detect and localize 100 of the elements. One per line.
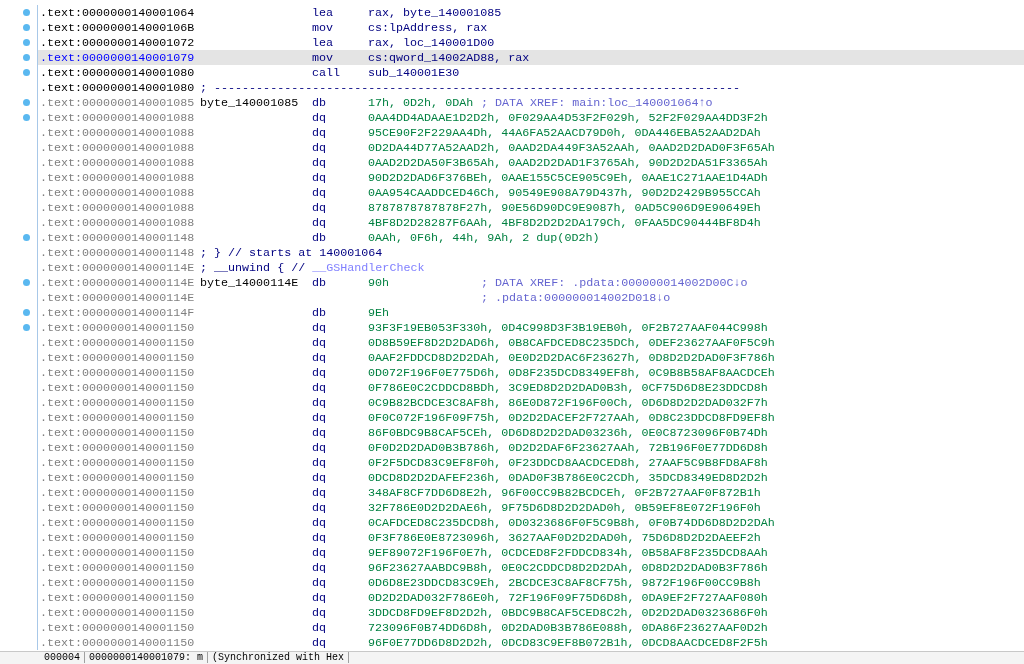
mnemonic: db: [312, 230, 327, 245]
operands: 17h, 0D2h, 0DAh: [368, 95, 474, 110]
address: .text:0000000140001150: [40, 575, 196, 590]
operands: 0AAD2D2DA50F3B65Ah, 0AAD2D2DAD1F3765Ah, 90D2D2DA51F3365Ah: [368, 155, 768, 170]
operands: 3DDCD8FD9EF8D2D2h, 0BDC9B8CAF5CED8C2h, 0D2D2DAD0323686F0h: [368, 605, 768, 620]
mnemonic: db: [312, 95, 327, 110]
address: .text:0000000140001088: [40, 185, 196, 200]
operands: 8787878787878F27h, 90E56D90DC9E9087h, 0AD5C906D9E90649Eh: [368, 200, 761, 215]
breakpoint-dot-icon[interactable]: [23, 99, 30, 106]
mnemonic: dq: [312, 635, 327, 650]
operands: 0CAFDCED8C235DCD8h, 0D0323686F0F5C9B8h, 0F0B74DD6D8D2D2DAh: [368, 515, 775, 530]
mnemonic: lea: [312, 35, 334, 50]
listing-comment: ; ---------------------------------------------------------------------------: [200, 80, 741, 95]
mnemonic: dq: [312, 410, 327, 425]
address: .text:0000000140001150: [40, 380, 196, 395]
address: .text:0000000140001150: [40, 530, 196, 545]
data-label[interactable]: byte_14000114E: [200, 275, 299, 290]
operands: 90h: [368, 275, 390, 290]
operands: sub_140001E30: [368, 65, 460, 80]
mnemonic: dq: [312, 110, 327, 125]
breakpoint-dot-icon[interactable]: [23, 114, 30, 121]
address: .text:0000000140001150: [40, 320, 196, 335]
breakpoint-dot-icon[interactable]: [23, 309, 30, 316]
mnemonic: dq: [312, 335, 327, 350]
operands: 9Eh: [368, 305, 390, 320]
breakpoint-dot-icon[interactable]: [23, 39, 30, 46]
breakpoint-dot-icon[interactable]: [23, 324, 30, 331]
address: .text:0000000140001148: [40, 230, 196, 245]
operands: 0F0D2D2DAD0B3B786h, 0D2D2DAF6F23627AAh, 72B196F0E77DD6D8h: [368, 440, 768, 455]
mnemonic: lea: [312, 5, 334, 20]
operands: 0D8B59EF8D2D2DAD6h, 0B8CAFDCED8C235DCh, 0DEF23627AAF0F5C9h: [368, 335, 775, 350]
operands: 0AAh, 0F6h, 44h, 9Ah, 2 dup(0D2h): [368, 230, 600, 245]
operands: 0DCD8D2D2DAFEF236h, 0DAD0F3B786E0C2CDh, 35DCD8349ED8D2D2h: [368, 470, 768, 485]
operands: 0D2DA44D77A52AAD2h, 0AAD2DA449F3A52AAh, 0AAD2D2DAD0F3F65Ah: [368, 140, 775, 155]
address: .text:000000014000114E: [40, 275, 196, 290]
mnemonic: dq: [312, 155, 327, 170]
mnemonic: dq: [312, 530, 327, 545]
mnemonic: dq: [312, 140, 327, 155]
mnemonic: db: [312, 305, 327, 320]
breakpoint-dot-icon[interactable]: [23, 234, 30, 241]
operands: 0C9B82BCDCE3C8AF8h, 86E0D872F196F00Ch, 0D6D8D2D2DAD032F7h: [368, 395, 768, 410]
address: .text:0000000140001150: [40, 590, 196, 605]
breakpoint-dot-icon[interactable]: [23, 9, 30, 16]
breakpoint-dot-icon[interactable]: [23, 279, 30, 286]
mnemonic: dq: [312, 185, 327, 200]
address: .text:0000000140001150: [40, 635, 196, 650]
listing-comment: ; __unwind { //: [200, 260, 306, 275]
operands: 4BF8D2D28287F6AAh, 4BF8D2D2D2DA179Ch, 0FAA5DC90444BF8D4h: [368, 215, 761, 230]
address: .text:0000000140001088: [40, 140, 196, 155]
operands: 0F2F5DCD83C9EF8F0h, 0F23DDCD8AACDCED8h, 27AAF5C9B8FD8AF8h: [368, 455, 768, 470]
address: .text:0000000140001150: [40, 455, 196, 470]
address: .text:0000000140001088: [40, 155, 196, 170]
operands: 0AA4DD4ADAAE1D2D2h, 0F029AA4D53F2F029h, 52F2F029AA4DD3F2h: [368, 110, 768, 125]
mnemonic: dq: [312, 515, 327, 530]
address: .text:0000000140001150: [40, 365, 196, 380]
status-location: 0000000140001079: m: [85, 652, 209, 663]
listing-comment: ; } // starts at 140001064: [200, 245, 383, 260]
address: .text:0000000140001150: [40, 440, 196, 455]
operands: 0AA954CAADDCED46Ch, 90549E908A79D437h, 90D2D2429B955CCAh: [368, 185, 761, 200]
operands: 9EF89072F196F0E7h, 0CDCED8F2FDDCD834h, 0B58AF8F235DCD8AAh: [368, 545, 768, 560]
xref-comment: ; DATA XREF: .pdata:000000014002D00C↓o: [481, 275, 748, 290]
mnemonic: dq: [312, 170, 327, 185]
mnemonic: mov: [312, 50, 334, 65]
operands: rax, byte_140001085: [368, 5, 502, 20]
address: .text:0000000140001150: [40, 335, 196, 350]
operands: 32F786E0D2D2DAE6h, 9F75D6D8D2D2DAD0h, 0B59EF8E072F196F0h: [368, 500, 761, 515]
operands: 93F3F19EB053F330h, 0D4C998D3F3B19EB0h, 0F2B727AAF044C998h: [368, 320, 768, 335]
mnemonic: dq: [312, 500, 327, 515]
operands: 0D6D8E23DDCD83C9Eh, 2BCDCE3C8AF8CF75h, 9872F196F00CC9B8h: [368, 575, 761, 590]
mnemonic: dq: [312, 560, 327, 575]
mnemonic: dq: [312, 575, 327, 590]
status-offset: 000004: [40, 652, 85, 663]
mnemonic: dq: [312, 365, 327, 380]
address: .text:0000000140001079: [40, 50, 196, 65]
mnemonic: dq: [312, 485, 327, 500]
breakpoint-dot-icon[interactable]: [23, 24, 30, 31]
operands: 90D2D2DAD6F376BEh, 0AAE155C5CE905C9Eh, 0AAE1C271AAE1D4ADh: [368, 170, 768, 185]
mnemonic: dq: [312, 395, 327, 410]
operands: 0D072F196F0E775D6h, 0D8F235DCD8349EF8h, 0C9B8B58AF8AACDCEh: [368, 365, 775, 380]
address: .text:0000000140001150: [40, 350, 196, 365]
address: .text:000000014000114E: [40, 290, 196, 305]
address: .text:0000000140001150: [40, 395, 196, 410]
operands: 86F0BDC9B8CAF5CEh, 0D6D8D2D2DAD03236h, 0E0C8723096F0B74Dh: [368, 425, 768, 440]
breakpoint-dot-icon[interactable]: [23, 69, 30, 76]
data-label[interactable]: byte_140001085: [200, 95, 299, 110]
address: .text:0000000140001088: [40, 215, 196, 230]
address: .text:0000000140001080: [40, 80, 196, 95]
mnemonic: mov: [312, 20, 334, 35]
operands: rax, loc_140001D00: [368, 35, 495, 50]
mnemonic: dq: [312, 380, 327, 395]
address: .text:0000000140001064: [40, 5, 196, 20]
operands: 0AAF2FDDCD8D2D2DAh, 0E0D2D2DAC6F23627h, 0D8D2D2DAD0F3F786h: [368, 350, 775, 365]
address: .text:000000014000114F: [40, 305, 196, 320]
mnemonic: dq: [312, 620, 327, 635]
mnemonic: dq: [312, 215, 327, 230]
address: .text:0000000140001150: [40, 500, 196, 515]
operands: 96F0E77DD6D8D2D2h, 0DCD83C9EF8B072B1h, 0DCD8AACDCED8F2F5h: [368, 635, 768, 650]
operands: cs:lpAddress, rax: [368, 20, 488, 35]
breakpoint-dot-icon[interactable]: [23, 54, 30, 61]
mnemonic: dq: [312, 350, 327, 365]
